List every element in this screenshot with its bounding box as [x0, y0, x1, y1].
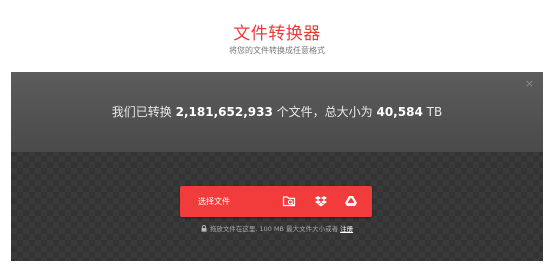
stats-banner: × 我们已转换 2,181,652,933 个文件，总大小为 40,584 TB: [11, 72, 543, 152]
register-link[interactable]: 注册: [340, 225, 353, 233]
upload-hint: 拖放文件在这里. 100 MB 最大文件大小或者 注册: [11, 225, 543, 234]
total-size: 40,584: [376, 105, 423, 119]
dropbox-icon[interactable]: [314, 194, 328, 208]
stats-middle: 个文件，总大小为: [276, 105, 373, 119]
stats-prefix: 我们已转换: [111, 105, 172, 119]
size-unit: TB: [426, 105, 443, 119]
page-header: 文件转换器 将您的文件转换成任意格式: [0, 0, 554, 72]
upload-panel: × 我们已转换 2,181,652,933 个文件，总大小为 40,584 TB…: [11, 72, 543, 261]
choose-files-button[interactable]: 选择文件: [198, 186, 258, 217]
conversion-stats: 我们已转换 2,181,652,933 个文件，总大小为 40,584 TB: [11, 104, 543, 120]
page-subtitle: 将您的文件转换成任意格式: [229, 46, 325, 55]
upload-button-bar: 选择文件: [180, 186, 372, 217]
page-title: 文件转换器: [233, 24, 321, 44]
hint-text: 拖放文件在这里. 100 MB 最大文件大小或者: [209, 225, 339, 233]
close-icon[interactable]: ×: [525, 78, 534, 90]
files-count: 2,181,652,933: [175, 105, 273, 119]
folder-search-icon[interactable]: [282, 194, 296, 208]
google-drive-icon[interactable]: [344, 194, 358, 208]
lock-icon: [201, 225, 207, 234]
